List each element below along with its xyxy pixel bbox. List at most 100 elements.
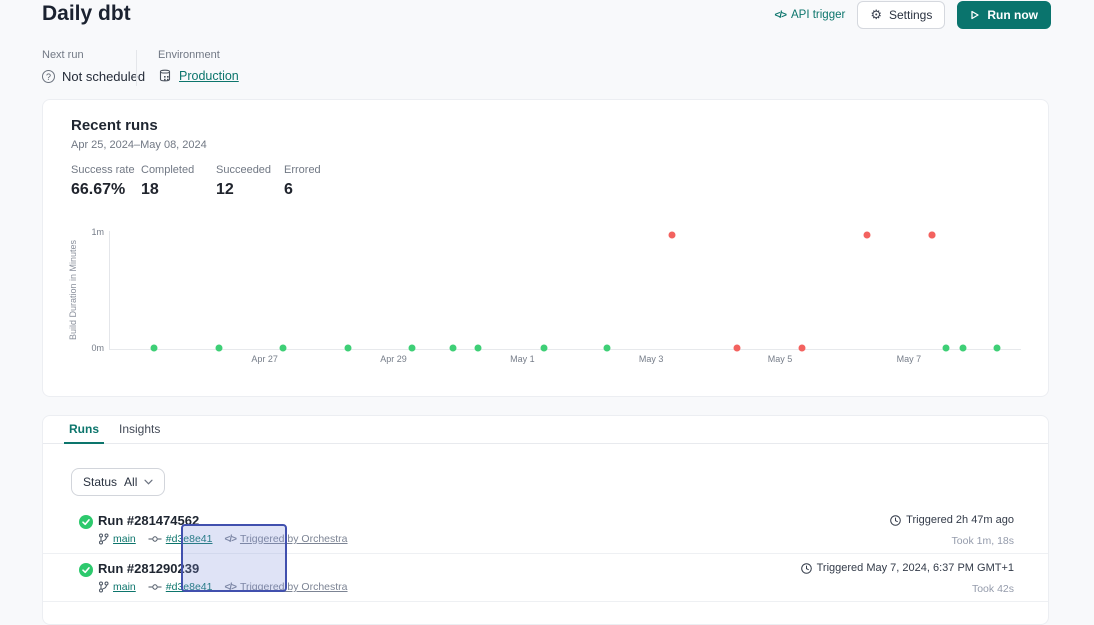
recent-runs-card: Recent runs Apr 25, 2024–May 08, 2024 Su… <box>42 99 1049 397</box>
branch-link[interactable]: main <box>113 581 136 593</box>
run-dot-error[interactable] <box>669 231 676 238</box>
recent-runs-title: Recent runs <box>71 117 158 134</box>
code-icon: </> <box>224 534 235 545</box>
header-actions: </> API trigger ⚙ Settings Run now <box>775 1 1051 29</box>
next-run-value: Not scheduled <box>62 69 145 84</box>
trigger-item: </> Triggered by Orchestra <box>224 581 347 593</box>
commit-item: #d3e8e41 <box>148 533 213 545</box>
stat-succeeded: Succeeded 12 <box>216 164 271 199</box>
meta-divider <box>136 50 137 86</box>
stat-value: 18 <box>141 181 194 199</box>
commit-link[interactable]: #d3e8e41 <box>166 581 213 593</box>
run-dot-success[interactable] <box>942 344 949 351</box>
run-subrow: main #d3e8e41 </> Triggered by Orchestra <box>98 581 348 593</box>
chevron-down-icon <box>144 479 153 485</box>
environment-block: Environment Production <box>158 49 239 83</box>
stat-value: 12 <box>216 181 271 199</box>
status-filter-dropdown[interactable]: Status All <box>71 468 165 496</box>
runs-card: Runs Insights Status All Run #281474562 <box>42 415 1049 625</box>
y-axis-label: Build Duration in Minutes <box>68 240 78 340</box>
stat-label: Success rate <box>71 164 135 176</box>
y-tick-1m: 1m <box>82 227 104 237</box>
run-dot-success[interactable] <box>345 344 352 351</box>
git-branch-icon <box>98 533 109 545</box>
success-check-icon <box>79 563 93 577</box>
gear-icon: ⚙ <box>870 9 882 22</box>
build-duration-chart: 1m 0m Build Duration in Minutes Apr 27Ap… <box>109 231 1021 350</box>
run-subrow: main #d3e8e41 </> Triggered by Orchestra <box>98 533 348 545</box>
run-dot-success[interactable] <box>960 344 967 351</box>
stat-completed: Completed 18 <box>141 164 194 199</box>
success-check-icon <box>79 515 93 529</box>
commit-item: #d3e8e41 <box>148 581 213 593</box>
run-title[interactable]: Run #281290239 <box>98 561 199 576</box>
commit-link[interactable]: #d3e8e41 <box>166 533 213 545</box>
run-title[interactable]: Run #281474562 <box>98 513 199 528</box>
run-dot-success[interactable] <box>409 344 416 351</box>
database-icon <box>158 69 172 83</box>
settings-button[interactable]: ⚙ Settings <box>857 1 945 29</box>
play-icon <box>970 10 980 20</box>
api-trigger-label: API trigger <box>791 9 845 21</box>
run-dot-success[interactable] <box>474 344 481 351</box>
settings-label: Settings <box>889 8 932 22</box>
help-icon[interactable]: ? <box>42 70 55 83</box>
run-dot-success[interactable] <box>150 344 157 351</box>
triggered-at: Triggered 2h 47m ago <box>906 514 1014 526</box>
stat-label: Succeeded <box>216 164 271 176</box>
x-tick: May 1 <box>510 354 535 364</box>
run-dot-error[interactable] <box>798 344 805 351</box>
git-commit-icon <box>148 583 162 591</box>
x-tick: May 3 <box>639 354 664 364</box>
status-filter-label: Status <box>83 475 117 489</box>
environment-label: Environment <box>158 49 239 61</box>
triggered-at: Triggered May 7, 2024, 6:37 PM GMT+1 <box>817 562 1014 574</box>
code-icon: </> <box>775 10 786 21</box>
stat-success-rate: Success rate 66.67% <box>71 164 135 199</box>
trigger-link[interactable]: Triggered by Orchestra <box>240 533 348 545</box>
run-row[interactable]: Run #281290239 main #d3e8e41 </> <box>43 554 1048 602</box>
run-dot-success[interactable] <box>215 344 222 351</box>
branch-item: main <box>98 581 136 593</box>
git-commit-icon <box>148 535 162 543</box>
environment-link[interactable]: Production <box>179 69 239 83</box>
branch-item: main <box>98 533 136 545</box>
run-row[interactable]: Run #281474562 main #d3e8e41 </> <box>43 506 1048 554</box>
run-dot-success[interactable] <box>450 344 457 351</box>
git-branch-icon <box>98 581 109 593</box>
next-run-label: Next run <box>42 49 145 61</box>
branch-link[interactable]: main <box>113 533 136 545</box>
run-dot-success[interactable] <box>540 344 547 351</box>
run-duration: Took 42s <box>801 583 1014 595</box>
active-tab-underline <box>64 442 104 444</box>
x-tick: May 5 <box>768 354 793 364</box>
run-now-button[interactable]: Run now <box>957 1 1051 29</box>
tab-runs[interactable]: Runs <box>69 422 99 436</box>
run-meta-right: Triggered May 7, 2024, 6:37 PM GMT+1 Too… <box>801 562 1014 595</box>
stat-value: 66.67% <box>71 181 135 199</box>
run-meta-right: Triggered 2h 47m ago Took 1m, 18s <box>890 514 1014 547</box>
run-duration: Took 1m, 18s <box>890 535 1014 547</box>
clock-icon <box>890 515 901 526</box>
date-range: Apr 25, 2024–May 08, 2024 <box>71 139 207 151</box>
trigger-item: </> Triggered by Orchestra <box>224 533 347 545</box>
y-tick-0m: 0m <box>82 343 104 353</box>
page-title: Daily dbt <box>42 2 131 26</box>
stat-value: 6 <box>284 181 321 199</box>
x-tick: Apr 27 <box>251 354 278 364</box>
stat-errored: Errored 6 <box>284 164 321 199</box>
run-dot-success[interactable] <box>280 344 287 351</box>
trigger-link[interactable]: Triggered by Orchestra <box>240 581 348 593</box>
run-dot-error[interactable] <box>864 231 871 238</box>
x-tick: Apr 29 <box>380 354 407 364</box>
code-icon: </> <box>224 582 235 593</box>
run-dot-success[interactable] <box>604 344 611 351</box>
run-dot-error[interactable] <box>929 231 936 238</box>
run-now-label: Run now <box>987 8 1038 22</box>
tab-insights[interactable]: Insights <box>119 422 160 436</box>
stat-label: Errored <box>284 164 321 176</box>
api-trigger-link[interactable]: </> API trigger <box>775 9 846 21</box>
stat-label: Completed <box>141 164 194 176</box>
run-dot-error[interactable] <box>733 344 740 351</box>
run-dot-success[interactable] <box>993 344 1000 351</box>
